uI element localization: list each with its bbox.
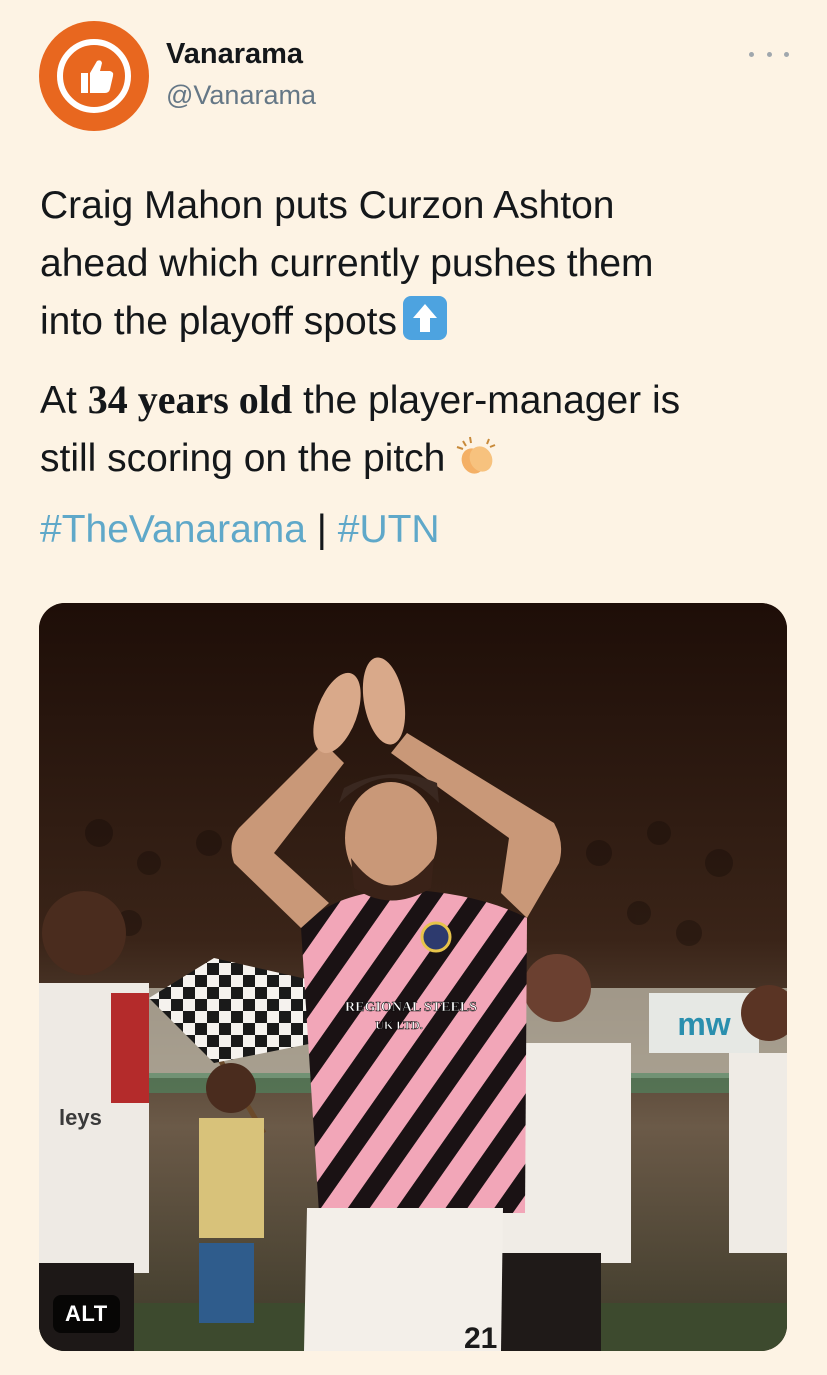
kit-sponsor-text: REGIONAL STEELS: [345, 1000, 477, 1015]
tweet-line: ahead which currently pushes them: [40, 242, 654, 285]
tweet-line: still scoring on the pitch: [40, 430, 680, 488]
shirt-number: 21: [464, 1322, 497, 1351]
tweet-line: into the playoff spots: [40, 293, 654, 351]
account-name[interactable]: Vanarama: [166, 38, 303, 71]
kit-sponsor-subtext: UK LTD.: [375, 1018, 423, 1032]
thumbs-up-icon: [57, 39, 131, 113]
up-arrow-emoji-icon: [403, 296, 448, 340]
hashtag-thevanarama[interactable]: #TheVanarama: [40, 508, 306, 551]
alt-text-button[interactable]: ALT: [53, 1295, 120, 1333]
tweet-hashtags: #TheVanarama | #UTN: [40, 501, 440, 559]
tweet-photo[interactable]: mw leys REGIONAL STEELS UK LTD. 21 ALT: [39, 603, 787, 1351]
hashtag-separator: |: [305, 508, 338, 551]
photo-illustration: mw leys REGIONAL STEELS UK LTD. 21: [39, 603, 787, 1351]
tweet-paragraph-2: At 34 years old the player-manager is st…: [40, 371, 680, 488]
hashtag-utn[interactable]: #UTN: [338, 508, 440, 551]
clapping-hands-emoji-icon: [453, 433, 499, 479]
more-options-icon[interactable]: [749, 42, 789, 66]
tweet-paragraph-1: Craig Mahon puts Curzon Ashton ahead whi…: [40, 177, 654, 351]
account-handle[interactable]: @Vanarama: [166, 80, 316, 111]
tweet-line: Craig Mahon puts Curzon Ashton: [40, 184, 615, 227]
tweet-line: At 34 years old the player-manager is: [40, 377, 681, 422]
board-text: mw: [677, 1006, 730, 1042]
tweet: Vanarama @Vanarama Craig Mahon puts Curz…: [0, 0, 827, 1375]
bold-age: 34 years old: [87, 377, 293, 422]
avatar[interactable]: [39, 21, 149, 131]
side-text: leys: [59, 1105, 102, 1130]
